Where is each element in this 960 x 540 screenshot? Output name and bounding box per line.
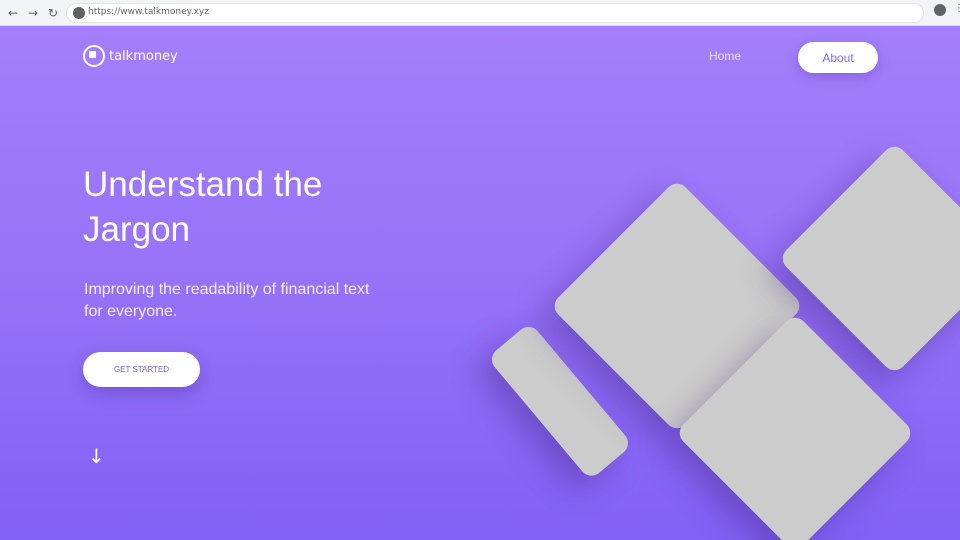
logo-text: talkmoney	[109, 48, 178, 64]
browser-menu-icon[interactable]: ⋮	[954, 3, 960, 14]
reload-icon[interactable]: ↻	[45, 5, 61, 21]
account-icon[interactable]	[934, 4, 946, 16]
get-started-button[interactable]: GET STARTED	[83, 352, 200, 387]
url-text: https://www.talkmoney.xyz	[88, 7, 209, 17]
browser-toolbar: ← → ↻ https://www.talkmoney.xyz ⋮	[0, 0, 960, 26]
hero-subheadline: Improving the readability of financial t…	[84, 281, 370, 320]
forward-icon[interactable]: →	[25, 5, 41, 21]
logo[interactable]: talkmoney	[83, 45, 178, 67]
hero-headline: Understand the Jargon	[83, 165, 323, 249]
scroll-down-icon[interactable]: ↓	[88, 444, 105, 468]
nav-home-link[interactable]: Home	[709, 49, 741, 63]
hero-section: talkmoney Home About Understand the Jarg…	[0, 26, 960, 540]
back-icon[interactable]: ←	[5, 5, 21, 21]
globe-icon	[73, 7, 85, 19]
address-bar[interactable]: https://www.talkmoney.xyz	[66, 3, 924, 23]
logo-icon	[83, 45, 105, 67]
nav-about-button[interactable]: About	[798, 42, 878, 73]
